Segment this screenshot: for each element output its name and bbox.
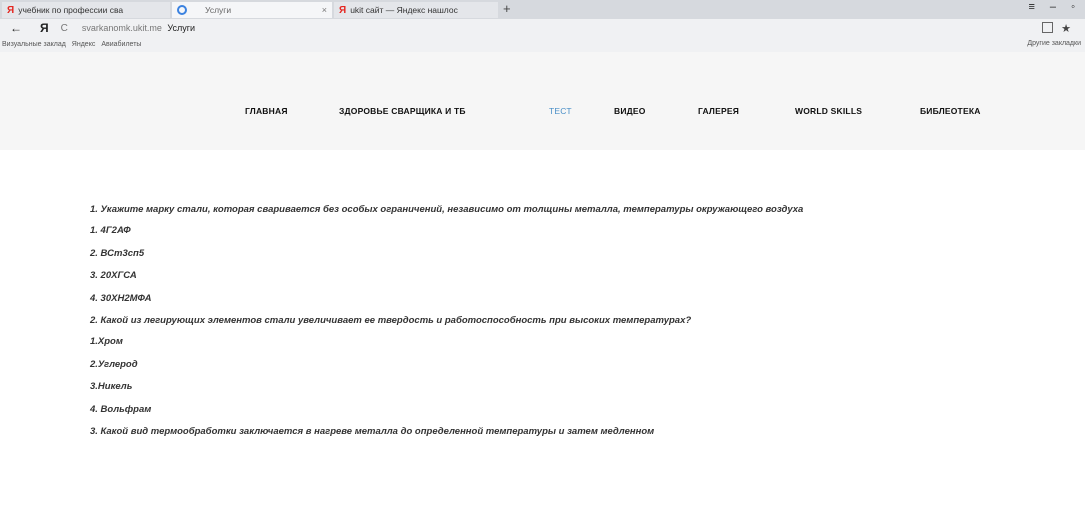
nav-item-video[interactable]: ВИДЕО [614, 106, 646, 116]
yandex-logo-icon[interactable]: Я [40, 21, 49, 35]
address-bar: ← Я C svarkanomk.ukit.me Услуги ★ [0, 19, 1085, 37]
other-bookmarks[interactable]: Другие закладки [1027, 40, 1081, 47]
url-page-title: Услуги [167, 23, 196, 33]
star-icon[interactable]: ★ [1061, 22, 1071, 35]
nav-item-library[interactable]: БИБЛЕОТЕКА [920, 106, 981, 116]
bookmarks-bar: Визуальные заклад Яндекс Авиабилеты Друг… [0, 37, 1085, 52]
answer-option[interactable]: 1.Хром [90, 336, 990, 347]
loading-icon [177, 5, 187, 15]
yandex-icon: Я [339, 4, 347, 16]
answer-option[interactable]: 1. 4Г2АФ [90, 225, 990, 236]
answer-option[interactable]: 4. 30ХН2МФА [90, 293, 990, 304]
browser-tab-1[interactable]: Я учебник по профессии сва [2, 2, 170, 18]
tab-label: ukit сайт — Яндекс нашлос [350, 5, 458, 15]
browser-tab-strip: Я учебник по профессии сва Услуги × Я uk… [0, 0, 1085, 19]
url-field[interactable]: svarkanomk.ukit.me Услуги [82, 23, 195, 33]
back-button[interactable]: ← [10, 21, 22, 35]
quiz-content: 1. Укажите марку стали, которая сваривае… [90, 204, 990, 447]
nav-item-home[interactable]: ГЛАВНАЯ [245, 106, 288, 116]
answer-option[interactable]: 2.Углерод [90, 359, 990, 370]
browser-tab-3[interactable]: Я ukit сайт — Яндекс нашлос [334, 2, 498, 18]
reader-mode-icon[interactable] [1042, 22, 1054, 33]
nav-item-world-skills[interactable]: WORLD SKILLS [795, 106, 862, 116]
answer-option[interactable]: 2. ВСт3сп5 [90, 248, 990, 259]
answer-option[interactable]: 3.Никель [90, 381, 990, 392]
site-navigation: ГЛАВНАЯ ЗДОРОВЬЕ СВАРЩИКА И ТБ ТЕСТ ВИДЕ… [0, 52, 1085, 150]
close-tab-icon[interactable]: × [322, 5, 327, 15]
nav-item-test[interactable]: ТЕСТ [549, 106, 572, 116]
bookmark-item[interactable]: Визуальные заклад [2, 41, 66, 48]
tab-label: учебник по профессии сва [18, 5, 124, 15]
bookmark-item[interactable]: Яндекс [72, 41, 96, 48]
nav-item-gallery[interactable]: ГАЛЕРЕЯ [698, 106, 739, 116]
answer-option[interactable]: 4. Вольфрам [90, 404, 990, 415]
question-3: 3. Какой вид термообработки заключается … [90, 426, 655, 437]
browser-tab-2-active[interactable]: Услуги × [172, 2, 332, 18]
url-host: svarkanomk.ukit.me [81, 23, 162, 33]
nav-item-welder-health[interactable]: ЗДОРОВЬЕ СВАРЩИКА И ТБ [339, 106, 466, 116]
window-controls[interactable]: ≡ – ◦ [1028, 1, 1081, 13]
question-1: 1. Укажите марку стали, которая сваривае… [90, 204, 804, 215]
tab-label: Услуги [205, 5, 232, 15]
bookmark-item[interactable]: Авиабилеты [101, 41, 141, 48]
address-bar-actions: ★ [1042, 22, 1071, 35]
yandex-icon: Я [7, 4, 15, 16]
question-2: 2. Какой из легирующих элементов стали у… [90, 315, 692, 326]
reload-button[interactable]: C [61, 23, 68, 34]
new-tab-button[interactable]: + [503, 1, 511, 16]
answer-option[interactable]: 3. 20ХГСА [90, 270, 990, 281]
